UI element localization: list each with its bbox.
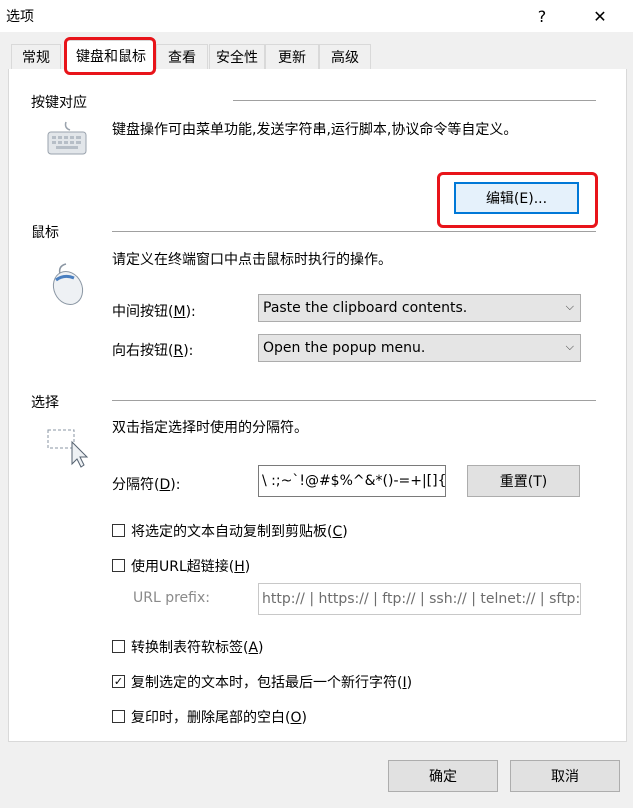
url-checkbox[interactable] bbox=[112, 559, 125, 572]
tab-general[interactable]: 常规 bbox=[11, 44, 61, 69]
selection-separator bbox=[112, 400, 596, 401]
tab-convert-label: 转换制表符软标签(A) bbox=[131, 640, 264, 656]
close-button[interactable]: ✕ bbox=[578, 2, 622, 30]
tab-advanced[interactable]: 高级 bbox=[319, 44, 371, 69]
selection-description: 双击指定选择时使用的分隔符。 bbox=[112, 420, 308, 436]
middle-button-label: 中间按钮(M): bbox=[112, 304, 196, 320]
tab-panel bbox=[8, 69, 627, 742]
right-button-select[interactable]: Open the popup menu. ⌵ bbox=[258, 334, 581, 362]
tab-view[interactable]: 查看 bbox=[156, 44, 208, 69]
url-prefix-label: URL prefix: bbox=[133, 590, 210, 606]
delimiter-label: 分隔符(D): bbox=[112, 477, 181, 493]
auto-copy-label: 将选定的文本自动复制到剪贴板(C) bbox=[131, 524, 348, 540]
middle-button-select[interactable]: Paste the clipboard contents. ⌵ bbox=[258, 294, 581, 322]
auto-copy-checkbox[interactable] bbox=[112, 524, 125, 537]
newline-label: 复制选定的文本时，包括最后一个新行字符(I) bbox=[131, 675, 413, 691]
keyboard-separator bbox=[233, 100, 596, 101]
check-icon: ✓ bbox=[113, 675, 124, 688]
url-label: 使用URL超链接(H) bbox=[131, 559, 251, 575]
mouse-separator bbox=[112, 231, 596, 232]
selection-heading: 选择 bbox=[31, 395, 59, 411]
trim-label: 复印时，删除尾部的空白(O) bbox=[131, 710, 307, 726]
tab-update[interactable]: 更新 bbox=[265, 44, 319, 69]
keyboard-heading: 按键对应 bbox=[31, 95, 87, 111]
newline-checkbox[interactable]: ✓ bbox=[112, 675, 125, 688]
edit-button[interactable]: 编辑(E)... bbox=[454, 182, 579, 214]
middle-button-value: Paste the clipboard contents. bbox=[263, 300, 468, 316]
help-button[interactable]: ? bbox=[520, 2, 564, 30]
mouse-heading: 鼠标 bbox=[31, 225, 59, 241]
url-prefix-input[interactable]: http:// | https:// | ftp:// | ssh:// | t… bbox=[258, 583, 581, 615]
tab-security[interactable]: 安全性 bbox=[209, 44, 265, 69]
selection-cursor-icon bbox=[46, 428, 90, 468]
mouse-icon bbox=[44, 260, 92, 308]
trim-checkbox[interactable] bbox=[112, 710, 125, 723]
right-button-label: 向右按钮(R): bbox=[112, 343, 194, 359]
keyboard-description: 键盘操作可由菜单功能,发送字符串,运行脚本,协议命令等自定义。 bbox=[112, 122, 518, 138]
window-title: 选项 bbox=[6, 9, 34, 25]
tab-highlight bbox=[64, 37, 156, 75]
delimiter-input[interactable]: \ :;~`!@#$%^&*()-=+|[]{}' bbox=[258, 465, 446, 497]
tab-convert-checkbox[interactable] bbox=[112, 640, 125, 653]
cancel-button[interactable]: 取消 bbox=[510, 760, 620, 792]
ok-button[interactable]: 确定 bbox=[388, 760, 498, 792]
right-button-value: Open the popup menu. bbox=[263, 340, 426, 356]
keyboard-icon bbox=[46, 120, 88, 156]
chevron-down-icon: ⌵ bbox=[565, 340, 574, 353]
reset-button[interactable]: 重置(T) bbox=[467, 465, 580, 497]
chevron-down-icon: ⌵ bbox=[565, 300, 574, 313]
mouse-description: 请定义在终端窗口中点击鼠标时执行的操作。 bbox=[112, 252, 392, 268]
